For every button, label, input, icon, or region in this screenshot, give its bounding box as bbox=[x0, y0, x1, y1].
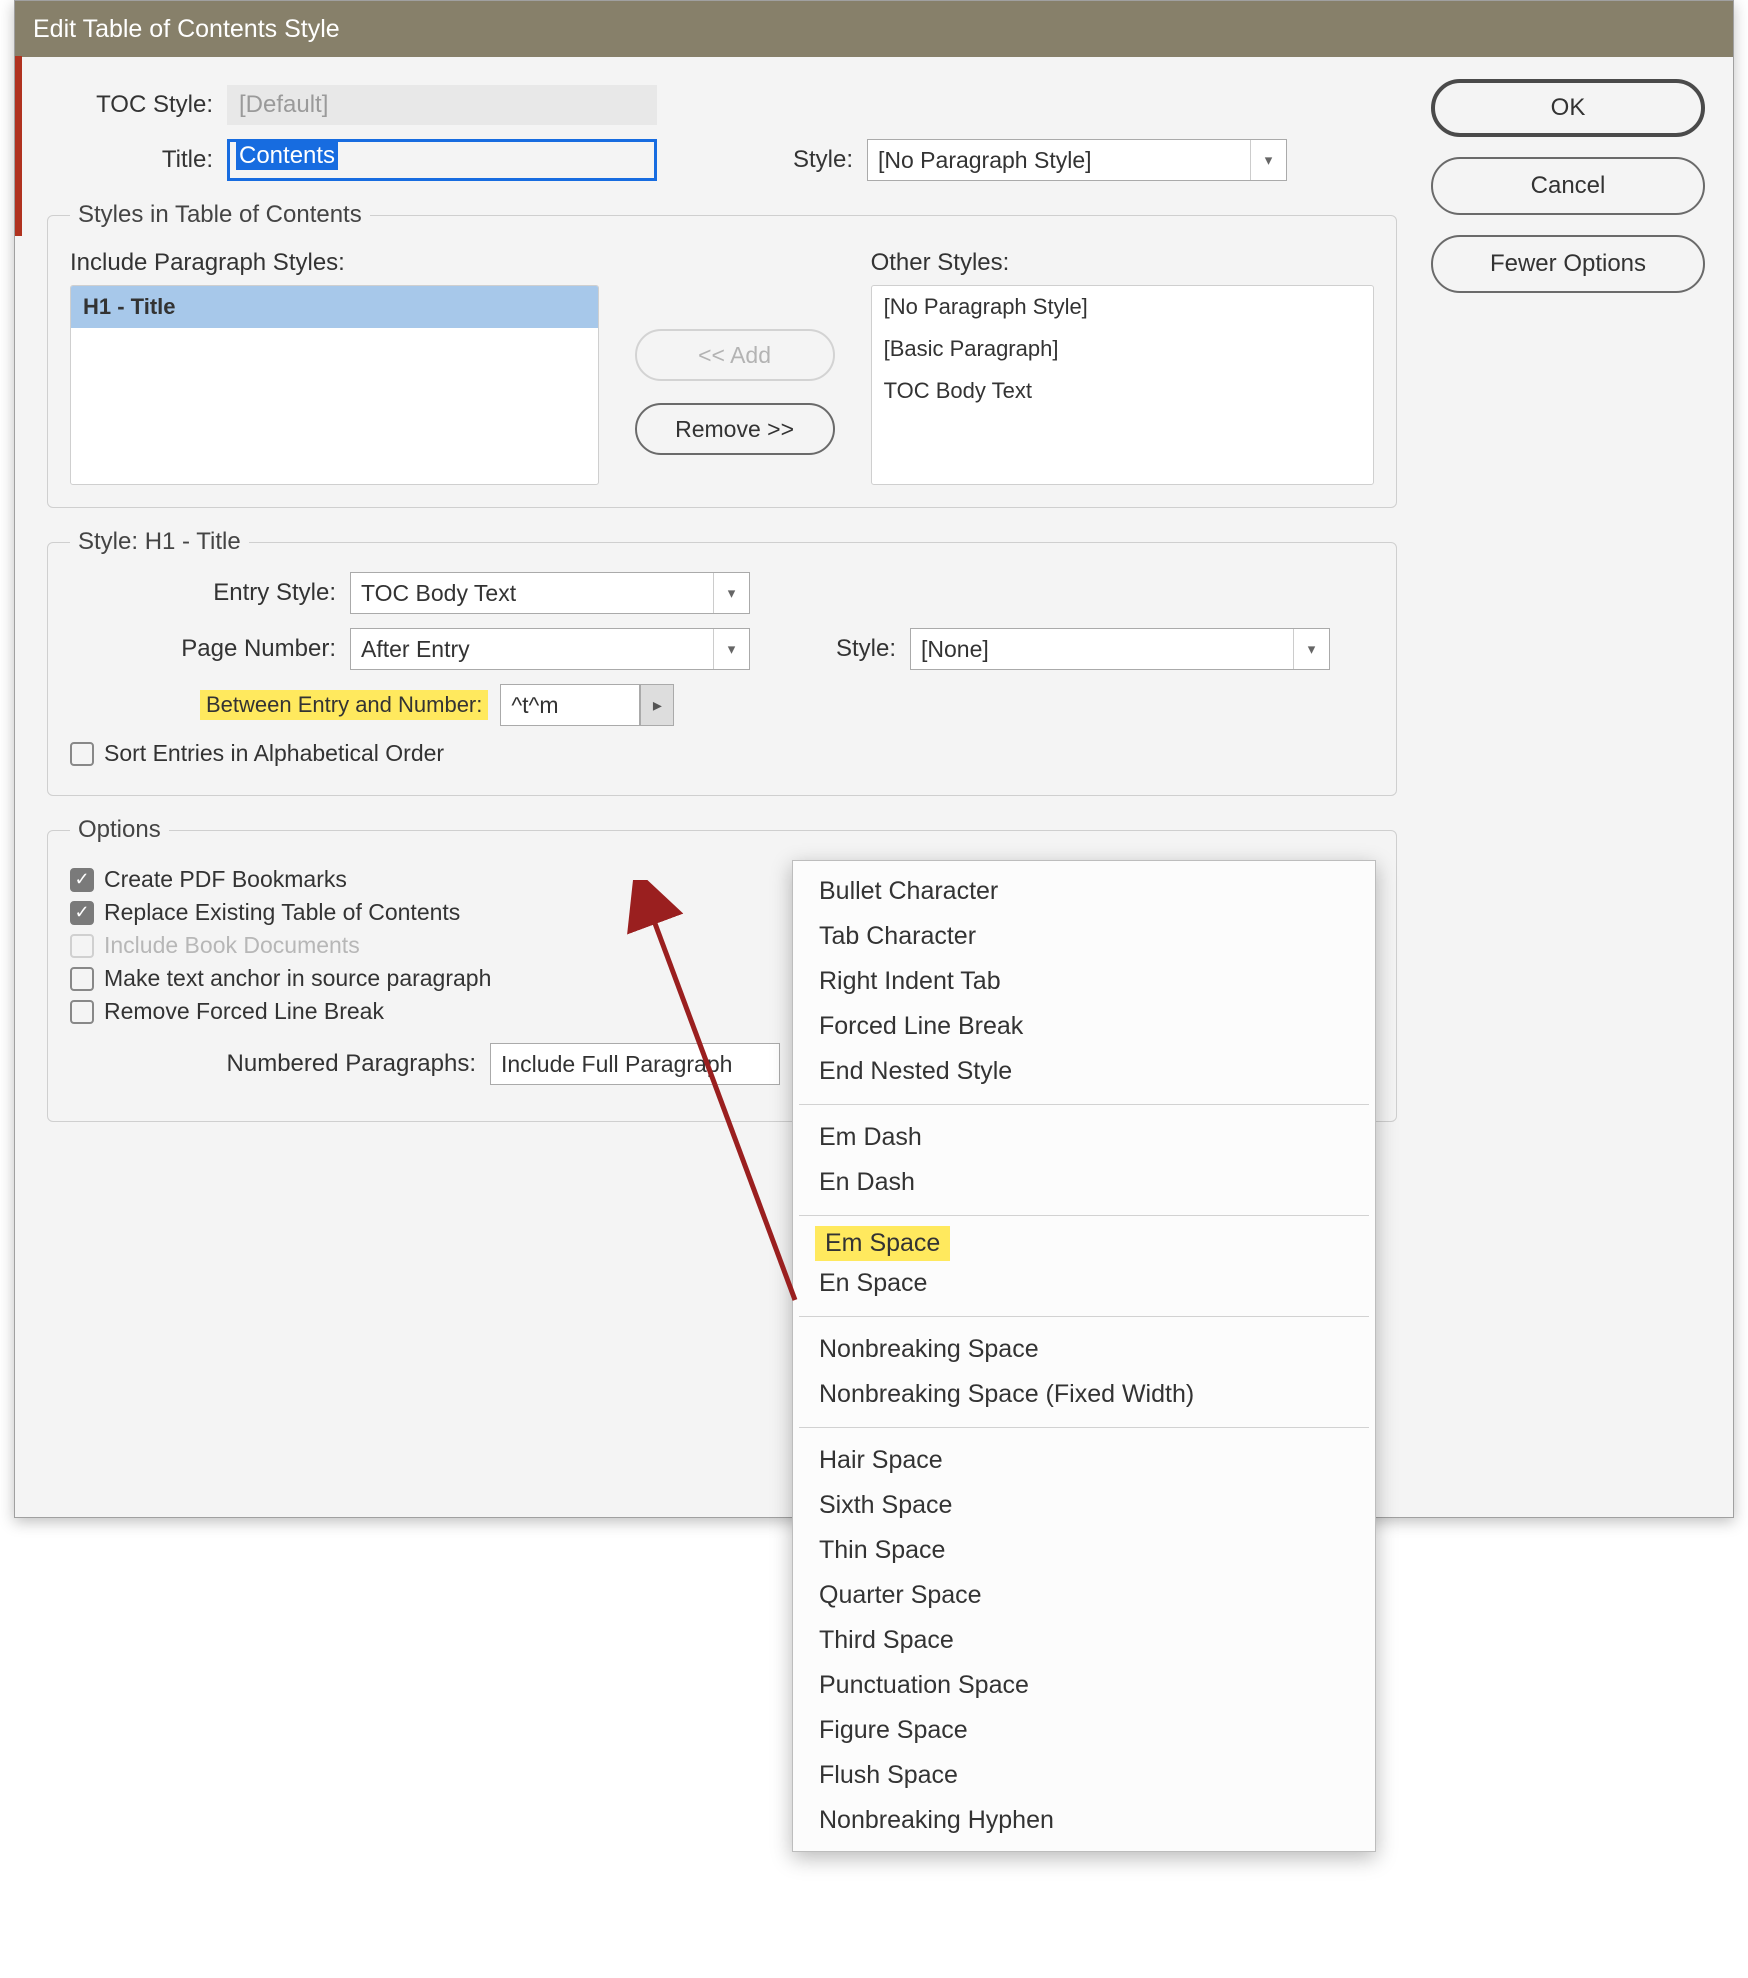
right-button-column: OK Cancel Fewer Options bbox=[1431, 79, 1705, 293]
numbered-para-value: Include Full Paragraph bbox=[501, 1051, 732, 1078]
pn-style-label: Style: bbox=[810, 635, 910, 663]
chevron-down-icon: ▾ bbox=[713, 629, 749, 669]
ok-button[interactable]: OK bbox=[1431, 79, 1705, 137]
between-value: ^t^m bbox=[511, 692, 558, 719]
between-input[interactable]: ^t^m bbox=[500, 684, 640, 726]
title-input[interactable]: Contents bbox=[227, 139, 657, 181]
between-label: Between Entry and Number: bbox=[200, 690, 488, 720]
window-title: Edit Table of Contents Style bbox=[33, 15, 340, 44]
menu-item[interactable]: Quarter Space bbox=[793, 1573, 1375, 1618]
options-legend: Options bbox=[70, 816, 169, 844]
include-styles-label: Include Paragraph Styles: bbox=[70, 249, 599, 277]
pn-style-dropdown[interactable]: [None] ▾ bbox=[910, 628, 1330, 670]
replace-toc-label: Replace Existing Table of Contents bbox=[104, 899, 460, 926]
menu-item[interactable]: Nonbreaking Space bbox=[793, 1327, 1375, 1372]
menu-separator bbox=[799, 1427, 1369, 1428]
menu-separator bbox=[799, 1104, 1369, 1105]
menu-separator bbox=[799, 1215, 1369, 1216]
menu-separator bbox=[799, 1316, 1369, 1317]
entry-style-label: Entry Style: bbox=[70, 579, 350, 607]
para-style-dropdown[interactable]: [No Paragraph Style] ▾ bbox=[867, 139, 1287, 181]
pn-style-value: [None] bbox=[921, 636, 989, 663]
include-book-checkbox bbox=[70, 934, 94, 958]
replace-toc-checkbox[interactable]: ✓ bbox=[70, 901, 94, 925]
menu-item[interactable]: Right Indent Tab bbox=[793, 959, 1375, 1004]
page-number-dropdown[interactable]: After Entry ▾ bbox=[350, 628, 750, 670]
menu-item[interactable]: En Space bbox=[793, 1261, 1375, 1306]
list-item[interactable]: [Basic Paragraph] bbox=[872, 328, 1373, 370]
toc-style-value: [Default] bbox=[227, 85, 657, 125]
chevron-down-icon: ▾ bbox=[1250, 140, 1286, 180]
title-input-value: Contents bbox=[236, 141, 338, 170]
add-button[interactable]: << Add bbox=[635, 329, 835, 381]
menu-item[interactable]: Thin Space bbox=[793, 1528, 1375, 1573]
menu-item[interactable]: Nonbreaking Space (Fixed Width) bbox=[793, 1372, 1375, 1417]
toc-style-label: TOC Style: bbox=[47, 91, 227, 119]
menu-item[interactable]: Tab Character bbox=[793, 914, 1375, 959]
triangle-right-icon: ▸ bbox=[653, 695, 662, 716]
menu-item[interactable]: End Nested Style bbox=[793, 1049, 1375, 1094]
sort-checkbox[interactable] bbox=[70, 742, 94, 766]
page-number-label: Page Number: bbox=[70, 635, 350, 663]
other-styles-label: Other Styles: bbox=[871, 249, 1374, 277]
styles-group: Styles in Table of Contents Include Para… bbox=[47, 201, 1397, 508]
page-number-value: After Entry bbox=[361, 636, 470, 663]
pdf-bookmarks-label: Create PDF Bookmarks bbox=[104, 866, 347, 893]
chevron-down-icon: ▾ bbox=[713, 573, 749, 613]
menu-item[interactable]: En Dash bbox=[793, 1160, 1375, 1205]
menu-item[interactable]: Third Space bbox=[793, 1618, 1375, 1663]
title-bar: Edit Table of Contents Style bbox=[15, 1, 1733, 57]
numbered-para-dropdown[interactable]: Include Full Paragraph bbox=[490, 1043, 780, 1085]
entry-style-value: TOC Body Text bbox=[361, 580, 516, 607]
other-styles-list[interactable]: [No Paragraph Style] [Basic Paragraph] T… bbox=[871, 285, 1374, 485]
style-detail-legend: Style: H1 - Title bbox=[70, 528, 249, 556]
menu-item[interactable]: Bullet Character bbox=[793, 869, 1375, 914]
between-flyout-button[interactable]: ▸ bbox=[640, 684, 674, 726]
numbered-para-label: Numbered Paragraphs: bbox=[70, 1050, 490, 1078]
sort-label: Sort Entries in Alphabetical Order bbox=[104, 740, 444, 767]
fewer-options-button[interactable]: Fewer Options bbox=[1431, 235, 1705, 293]
title-label: Title: bbox=[47, 146, 227, 174]
menu-item[interactable]: Flush Space bbox=[793, 1753, 1375, 1798]
para-style-label: Style: bbox=[767, 146, 867, 174]
remove-button[interactable]: Remove >> bbox=[635, 403, 835, 455]
list-item[interactable]: [No Paragraph Style] bbox=[872, 286, 1373, 328]
cancel-button[interactable]: Cancel bbox=[1431, 157, 1705, 215]
menu-item[interactable]: Sixth Space bbox=[793, 1483, 1375, 1528]
remove-flb-label: Remove Forced Line Break bbox=[104, 998, 384, 1025]
menu-item[interactable]: Hair Space bbox=[793, 1438, 1375, 1483]
chevron-down-icon: ▾ bbox=[1293, 629, 1329, 669]
menu-item-em-space[interactable]: Em Space bbox=[815, 1226, 950, 1261]
menu-item[interactable]: Em Dash bbox=[793, 1115, 1375, 1160]
list-item[interactable]: H1 - Title bbox=[71, 286, 598, 328]
remove-flb-checkbox[interactable] bbox=[70, 1000, 94, 1024]
styles-group-legend: Styles in Table of Contents bbox=[70, 201, 370, 229]
menu-item[interactable]: Punctuation Space bbox=[793, 1663, 1375, 1708]
style-detail-group: Style: H1 - Title Entry Style: TOC Body … bbox=[47, 528, 1397, 796]
include-book-label: Include Book Documents bbox=[104, 932, 360, 959]
list-item[interactable]: TOC Body Text bbox=[872, 370, 1373, 412]
include-styles-list[interactable]: H1 - Title bbox=[70, 285, 599, 485]
para-style-value: [No Paragraph Style] bbox=[878, 147, 1092, 174]
text-anchor-checkbox[interactable] bbox=[70, 967, 94, 991]
menu-item[interactable]: Figure Space bbox=[793, 1708, 1375, 1753]
pdf-bookmarks-checkbox[interactable]: ✓ bbox=[70, 868, 94, 892]
menu-item[interactable]: Forced Line Break bbox=[793, 1004, 1375, 1049]
special-char-menu: Bullet Character Tab Character Right Ind… bbox=[792, 860, 1376, 1852]
text-anchor-label: Make text anchor in source paragraph bbox=[104, 965, 491, 992]
menu-item[interactable]: Nonbreaking Hyphen bbox=[793, 1798, 1375, 1843]
entry-style-dropdown[interactable]: TOC Body Text ▾ bbox=[350, 572, 750, 614]
